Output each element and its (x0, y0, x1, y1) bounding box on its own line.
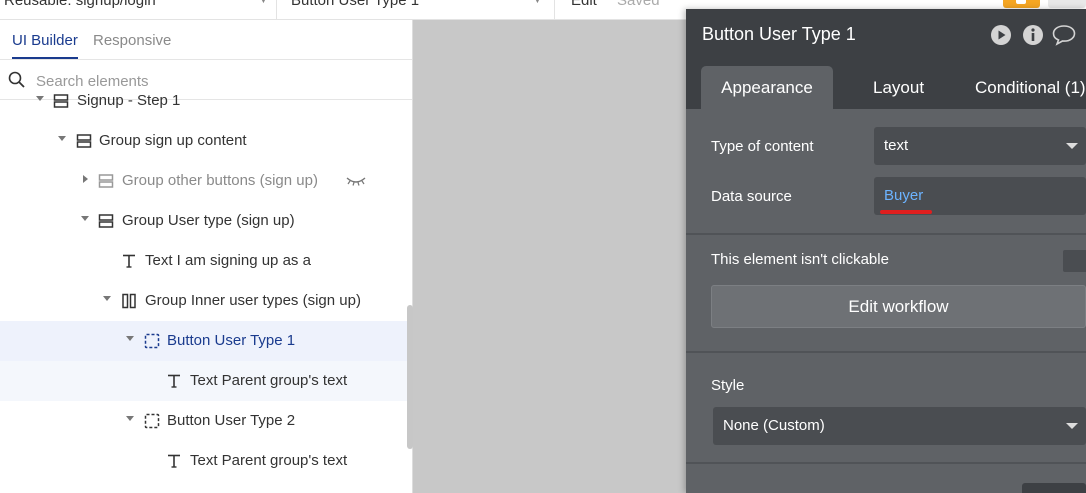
data-source-value[interactable]: Buyer (884, 187, 923, 204)
expand-arrow-icon[interactable] (58, 136, 66, 141)
style-value: None (Custom) (723, 417, 825, 434)
tree-row-label: Button User Type 2 (167, 412, 296, 429)
tree-row-selected[interactable]: Button User Type 1 (0, 321, 408, 361)
comment-icon[interactable] (1052, 24, 1076, 51)
edit-workflow-button[interactable]: Edit workflow (711, 285, 1086, 328)
tab-responsive[interactable]: Responsive (93, 32, 171, 49)
expand-arrow-icon[interactable] (36, 96, 44, 101)
not-clickable-checkbox[interactable] (1063, 250, 1086, 272)
user-menu-button[interactable] (1048, 0, 1086, 8)
tree-row[interactable]: Signup - Step 1 (0, 81, 408, 121)
play-icon[interactable] (990, 24, 1012, 51)
element-tree: Signup - Step 1 Group sign up content Gr… (0, 92, 412, 493)
style-label: Style (711, 377, 745, 394)
tree-row[interactable]: Text Parent group's text (0, 361, 408, 401)
tree-row-label: Group User type (sign up) (122, 212, 295, 229)
annotation-underline (880, 210, 932, 214)
type-of-content-dropdown[interactable]: text (874, 127, 1086, 165)
hidden-eye-icon[interactable] (346, 175, 366, 187)
tab-conditional[interactable]: Conditional (1) (975, 66, 1086, 109)
expand-arrow-icon[interactable] (126, 336, 134, 341)
collapse-arrow-icon[interactable] (83, 175, 88, 183)
tree-row[interactable]: Group Inner user types (sign up) (0, 281, 408, 321)
editor-title: Button User Type 1 (702, 24, 856, 44)
section-divider (686, 351, 1086, 353)
tree-row-label: Button User Type 1 (167, 332, 296, 349)
upgrade-icon (1016, 0, 1026, 4)
group-icon (53, 94, 69, 108)
expand-arrow-icon[interactable] (103, 296, 111, 301)
not-clickable-label: This element isn't clickable (711, 251, 889, 268)
chevron-down-icon: ▼ (532, 0, 543, 6)
text-icon (123, 254, 135, 268)
tree-row[interactable]: Text Parent group's text (0, 441, 408, 481)
type-of-content-value: text (884, 137, 909, 154)
style-dropdown[interactable]: None (Custom) (713, 407, 1086, 445)
editor-tabs: Appearance Layout Conditional (1) (686, 58, 1086, 109)
tab-appearance[interactable]: Appearance (701, 66, 833, 109)
section-divider (686, 462, 1086, 464)
page-selector[interactable]: Reusable: signup/login (4, 0, 156, 19)
type-of-content-label: Type of content (711, 138, 814, 155)
expand-arrow-icon[interactable] (126, 416, 134, 421)
tree-row[interactable]: Group other buttons (sign up) (0, 161, 408, 201)
tree-row-label: Text I am signing up as a (145, 252, 311, 269)
section-divider (686, 233, 1086, 235)
button-icon (144, 413, 160, 429)
tab-ui-builder[interactable]: UI Builder (12, 32, 78, 59)
tree-row-label: Group other buttons (sign up) (122, 172, 318, 189)
divider (554, 0, 555, 19)
editor-bottom-button[interactable] (1022, 483, 1086, 493)
edit-menu[interactable]: Edit (571, 0, 597, 19)
element-selector[interactable]: Button User Type 1 (291, 0, 419, 19)
tree-scrollbar[interactable] (407, 305, 413, 449)
group-icon (98, 174, 114, 188)
button-icon (144, 333, 160, 349)
tree-row[interactable]: Button User Type 2 (0, 401, 408, 441)
elements-panel: UI Builder Responsive Signup - Step 1 Gr… (0, 20, 413, 493)
chevron-down-icon (1066, 423, 1078, 429)
tree-row[interactable]: Group User type (sign up) (0, 201, 408, 241)
text-icon (168, 454, 180, 468)
text-icon (168, 374, 180, 388)
data-source-label: Data source (711, 188, 792, 205)
publish-button[interactable] (1003, 0, 1040, 8)
editor-header: Button User Type 1 (686, 9, 1086, 58)
tree-row-label: Text Parent group's text (190, 452, 348, 469)
panel-tabs: UI Builder Responsive (0, 20, 412, 60)
tree-row[interactable]: Text I am signing up as a (0, 241, 408, 281)
chevron-down-icon (1066, 143, 1078, 149)
info-icon[interactable] (1022, 24, 1044, 51)
tree-row-label: Group sign up content (99, 132, 247, 149)
expand-arrow-icon[interactable] (81, 216, 89, 221)
tab-layout[interactable]: Layout (873, 66, 924, 109)
saved-status: Saved (617, 0, 660, 9)
group-icon (98, 214, 114, 228)
tree-row[interactable]: Group sign up content (0, 121, 408, 161)
group-icon (76, 134, 92, 148)
property-editor: Button User Type 1 Appearance Layout Con… (686, 9, 1086, 493)
divider (276, 0, 277, 19)
tree-row-label: Signup - Step 1 (77, 92, 181, 109)
tree-row-label: Group Inner user types (sign up) (145, 292, 361, 309)
columns-icon (122, 293, 136, 309)
chevron-down-icon: ▼ (258, 0, 269, 6)
tree-row-label: Text Parent group's text (190, 372, 348, 389)
